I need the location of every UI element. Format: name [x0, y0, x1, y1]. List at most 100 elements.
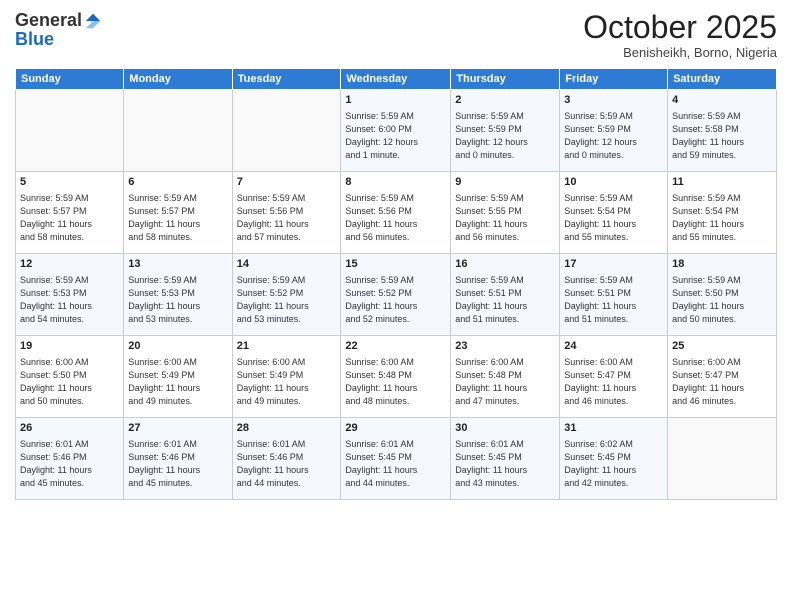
day-info: Sunrise: 5:59 AM Sunset: 5:53 PM Dayligh…: [20, 274, 119, 326]
header: General Blue October 2025 Benisheikh, Bo…: [15, 10, 777, 60]
day-number: 27: [128, 421, 227, 436]
calendar-cell: 10 Sunrise: 5:59 AM Sunset: 5:54 PM Dayli…: [560, 172, 668, 254]
calendar-cell: 9 Sunrise: 5:59 AM Sunset: 5:55 PM Daylig…: [451, 172, 560, 254]
weekday-header: Wednesday: [341, 69, 451, 90]
day-number: 9: [455, 175, 555, 190]
weekday-header: Friday: [560, 69, 668, 90]
day-number: 21: [237, 339, 337, 354]
day-info: Sunrise: 5:59 AM Sunset: 5:54 PM Dayligh…: [672, 192, 772, 244]
calendar-week-row: 1Sunrise: 5:59 AM Sunset: 6:00 PM Daylig…: [16, 90, 777, 172]
day-number: 14: [237, 257, 337, 272]
weekday-header: Saturday: [668, 69, 777, 90]
calendar-week-row: 19 Sunrise: 6:00 AM Sunset: 5:50 PM Dayli…: [16, 336, 777, 418]
weekday-header: Thursday: [451, 69, 560, 90]
day-info: Sunrise: 5:59 AM Sunset: 5:50 PM Dayligh…: [672, 274, 772, 326]
day-number: 26: [20, 421, 119, 436]
day-info: Sunrise: 6:00 AM Sunset: 5:50 PM Dayligh…: [20, 356, 119, 408]
day-number: 31: [564, 421, 663, 436]
day-info: Sunrise: 6:00 AM Sunset: 5:47 PM Dayligh…: [564, 356, 663, 408]
logo: General Blue: [15, 10, 102, 50]
day-info: Sunrise: 5:59 AM Sunset: 5:53 PM Dayligh…: [128, 274, 227, 326]
weekday-header: Monday: [124, 69, 232, 90]
day-number: 13: [128, 257, 227, 272]
day-info: Sunrise: 6:01 AM Sunset: 5:45 PM Dayligh…: [345, 438, 446, 490]
day-number: 30: [455, 421, 555, 436]
day-number: 19: [20, 339, 119, 354]
day-info: Sunrise: 5:59 AM Sunset: 5:54 PM Dayligh…: [564, 192, 663, 244]
calendar-week-row: 12 Sunrise: 5:59 AM Sunset: 5:53 PM Dayli…: [16, 254, 777, 336]
logo-blue-text: Blue: [15, 29, 54, 49]
calendar-cell: 16Sunrise: 5:59 AM Sunset: 5:51 PM Dayli…: [451, 254, 560, 336]
location: Benisheikh, Borno, Nigeria: [583, 45, 777, 60]
day-info: Sunrise: 5:59 AM Sunset: 5:51 PM Dayligh…: [564, 274, 663, 326]
day-number: 15: [345, 257, 446, 272]
calendar-header-row: SundayMondayTuesdayWednesdayThursdayFrid…: [16, 69, 777, 90]
calendar-cell: [232, 90, 341, 172]
day-info: Sunrise: 5:59 AM Sunset: 5:55 PM Dayligh…: [455, 192, 555, 244]
day-number: 11: [672, 175, 772, 190]
calendar-cell: 27 Sunrise: 6:01 AM Sunset: 5:46 PM Dayli…: [124, 418, 232, 500]
day-number: 12: [20, 257, 119, 272]
day-number: 5: [20, 175, 119, 190]
calendar-cell: 19 Sunrise: 6:00 AM Sunset: 5:50 PM Dayli…: [16, 336, 124, 418]
calendar-cell: 7 Sunrise: 5:59 AM Sunset: 5:56 PM Daylig…: [232, 172, 341, 254]
calendar-cell: 3 Sunrise: 5:59 AM Sunset: 5:59 PM Daylig…: [560, 90, 668, 172]
calendar-cell: [16, 90, 124, 172]
day-number: 3: [564, 93, 663, 108]
day-info: Sunrise: 5:59 AM Sunset: 5:56 PM Dayligh…: [237, 192, 337, 244]
calendar-cell: 11 Sunrise: 5:59 AM Sunset: 5:54 PM Dayli…: [668, 172, 777, 254]
day-number: 1: [345, 93, 446, 108]
day-info: Sunrise: 6:00 AM Sunset: 5:48 PM Dayligh…: [455, 356, 555, 408]
day-info: Sunrise: 6:01 AM Sunset: 5:46 PM Dayligh…: [237, 438, 337, 490]
calendar-cell: 18Sunrise: 5:59 AM Sunset: 5:50 PM Dayli…: [668, 254, 777, 336]
calendar-cell: 14Sunrise: 5:59 AM Sunset: 5:52 PM Dayli…: [232, 254, 341, 336]
day-info: Sunrise: 6:01 AM Sunset: 5:46 PM Dayligh…: [128, 438, 227, 490]
day-info: Sunrise: 6:00 AM Sunset: 5:49 PM Dayligh…: [128, 356, 227, 408]
day-number: 2: [455, 93, 555, 108]
day-info: Sunrise: 5:59 AM Sunset: 5:57 PM Dayligh…: [128, 192, 227, 244]
day-info: Sunrise: 6:00 AM Sunset: 5:49 PM Dayligh…: [237, 356, 337, 408]
calendar-cell: 5 Sunrise: 5:59 AM Sunset: 5:57 PM Daylig…: [16, 172, 124, 254]
calendar-cell: [668, 418, 777, 500]
calendar-cell: 28Sunrise: 6:01 AM Sunset: 5:46 PM Dayli…: [232, 418, 341, 500]
calendar-cell: 15Sunrise: 5:59 AM Sunset: 5:52 PM Dayli…: [341, 254, 451, 336]
calendar-cell: 1Sunrise: 5:59 AM Sunset: 6:00 PM Daylig…: [341, 90, 451, 172]
day-number: 10: [564, 175, 663, 190]
day-info: Sunrise: 5:59 AM Sunset: 5:57 PM Dayligh…: [20, 192, 119, 244]
calendar-week-row: 26 Sunrise: 6:01 AM Sunset: 5:46 PM Dayli…: [16, 418, 777, 500]
day-info: Sunrise: 6:02 AM Sunset: 5:45 PM Dayligh…: [564, 438, 663, 490]
calendar-cell: 21 Sunrise: 6:00 AM Sunset: 5:49 PM Dayli…: [232, 336, 341, 418]
day-number: 7: [237, 175, 337, 190]
calendar-cell: 23 Sunrise: 6:00 AM Sunset: 5:48 PM Dayli…: [451, 336, 560, 418]
day-info: Sunrise: 5:59 AM Sunset: 5:56 PM Dayligh…: [345, 192, 446, 244]
day-number: 22: [345, 339, 446, 354]
day-number: 8: [345, 175, 446, 190]
day-number: 24: [564, 339, 663, 354]
day-number: 20: [128, 339, 227, 354]
month-title: October 2025: [583, 10, 777, 45]
calendar-cell: 31 Sunrise: 6:02 AM Sunset: 5:45 PM Dayli…: [560, 418, 668, 500]
weekday-header: Sunday: [16, 69, 124, 90]
calendar-cell: 2Sunrise: 5:59 AM Sunset: 5:59 PM Daylig…: [451, 90, 560, 172]
calendar-cell: 12 Sunrise: 5:59 AM Sunset: 5:53 PM Dayli…: [16, 254, 124, 336]
day-number: 16: [455, 257, 555, 272]
day-info: Sunrise: 6:00 AM Sunset: 5:47 PM Dayligh…: [672, 356, 772, 408]
calendar-cell: 4Sunrise: 5:59 AM Sunset: 5:58 PM Daylig…: [668, 90, 777, 172]
weekday-header: Tuesday: [232, 69, 341, 90]
day-number: 23: [455, 339, 555, 354]
page: General Blue October 2025 Benisheikh, Bo…: [0, 0, 792, 612]
day-number: 6: [128, 175, 227, 190]
day-number: 29: [345, 421, 446, 436]
calendar-cell: 25Sunrise: 6:00 AM Sunset: 5:47 PM Dayli…: [668, 336, 777, 418]
calendar-cell: 24 Sunrise: 6:00 AM Sunset: 5:47 PM Dayli…: [560, 336, 668, 418]
calendar-cell: 13 Sunrise: 5:59 AM Sunset: 5:53 PM Dayli…: [124, 254, 232, 336]
calendar-cell: 8 Sunrise: 5:59 AM Sunset: 5:56 PM Daylig…: [341, 172, 451, 254]
calendar-cell: 22Sunrise: 6:00 AM Sunset: 5:48 PM Dayli…: [341, 336, 451, 418]
day-info: Sunrise: 5:59 AM Sunset: 5:59 PM Dayligh…: [564, 110, 663, 162]
logo-general-text: General: [15, 10, 82, 31]
day-number: 4: [672, 93, 772, 108]
calendar-cell: 29 Sunrise: 6:01 AM Sunset: 5:45 PM Dayli…: [341, 418, 451, 500]
calendar: SundayMondayTuesdayWednesdayThursdayFrid…: [15, 68, 777, 500]
title-block: October 2025 Benisheikh, Borno, Nigeria: [583, 10, 777, 60]
calendar-cell: 30Sunrise: 6:01 AM Sunset: 5:45 PM Dayli…: [451, 418, 560, 500]
